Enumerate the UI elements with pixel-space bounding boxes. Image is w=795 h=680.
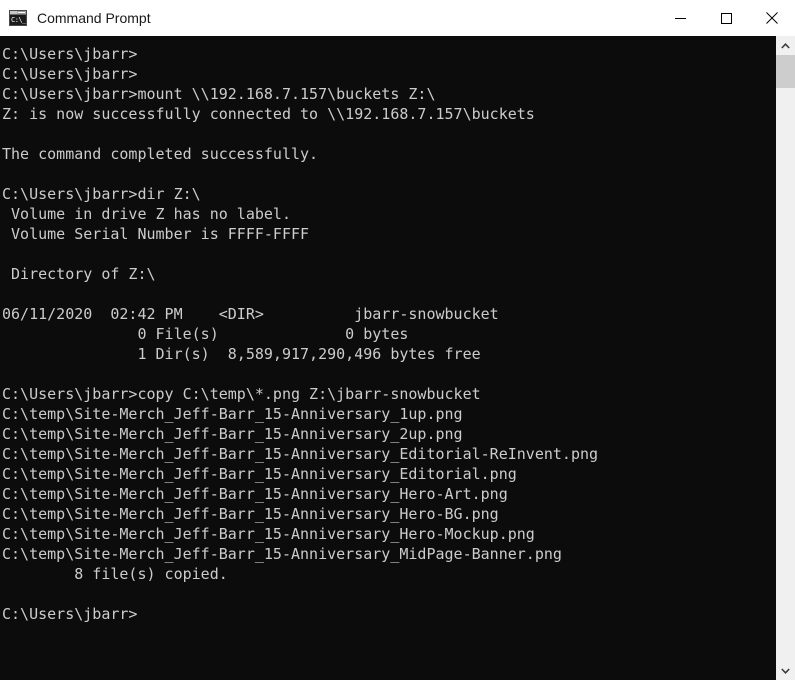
chevron-down-icon xyxy=(781,668,790,674)
command-prompt-window: C:\_ Command Prompt xyxy=(0,0,795,680)
title-bar[interactable]: C:\_ Command Prompt xyxy=(0,0,795,36)
close-button[interactable] xyxy=(749,0,795,36)
maximize-icon xyxy=(721,13,732,24)
maximize-button[interactable] xyxy=(703,0,749,36)
console-icon: C:\_ xyxy=(9,10,27,26)
window-title: Command Prompt xyxy=(37,0,151,36)
close-icon xyxy=(766,12,778,24)
minimize-icon xyxy=(675,13,686,24)
console-icon-glyph: C:\_ xyxy=(10,15,26,25)
minimize-button[interactable] xyxy=(657,0,703,36)
window-controls xyxy=(657,0,795,36)
title-bar-left: C:\_ Command Prompt xyxy=(0,0,151,36)
chevron-up-icon xyxy=(781,43,790,49)
scroll-track[interactable] xyxy=(776,55,795,661)
vertical-scrollbar[interactable] xyxy=(776,36,795,680)
console-output-text[interactable]: C:\Users\jbarr> C:\Users\jbarr> C:\Users… xyxy=(0,36,776,680)
scroll-thumb[interactable] xyxy=(776,55,795,88)
scroll-up-button[interactable] xyxy=(776,36,795,55)
scroll-down-button[interactable] xyxy=(776,661,795,680)
console-area[interactable]: C:\Users\jbarr> C:\Users\jbarr> C:\Users… xyxy=(0,36,795,680)
